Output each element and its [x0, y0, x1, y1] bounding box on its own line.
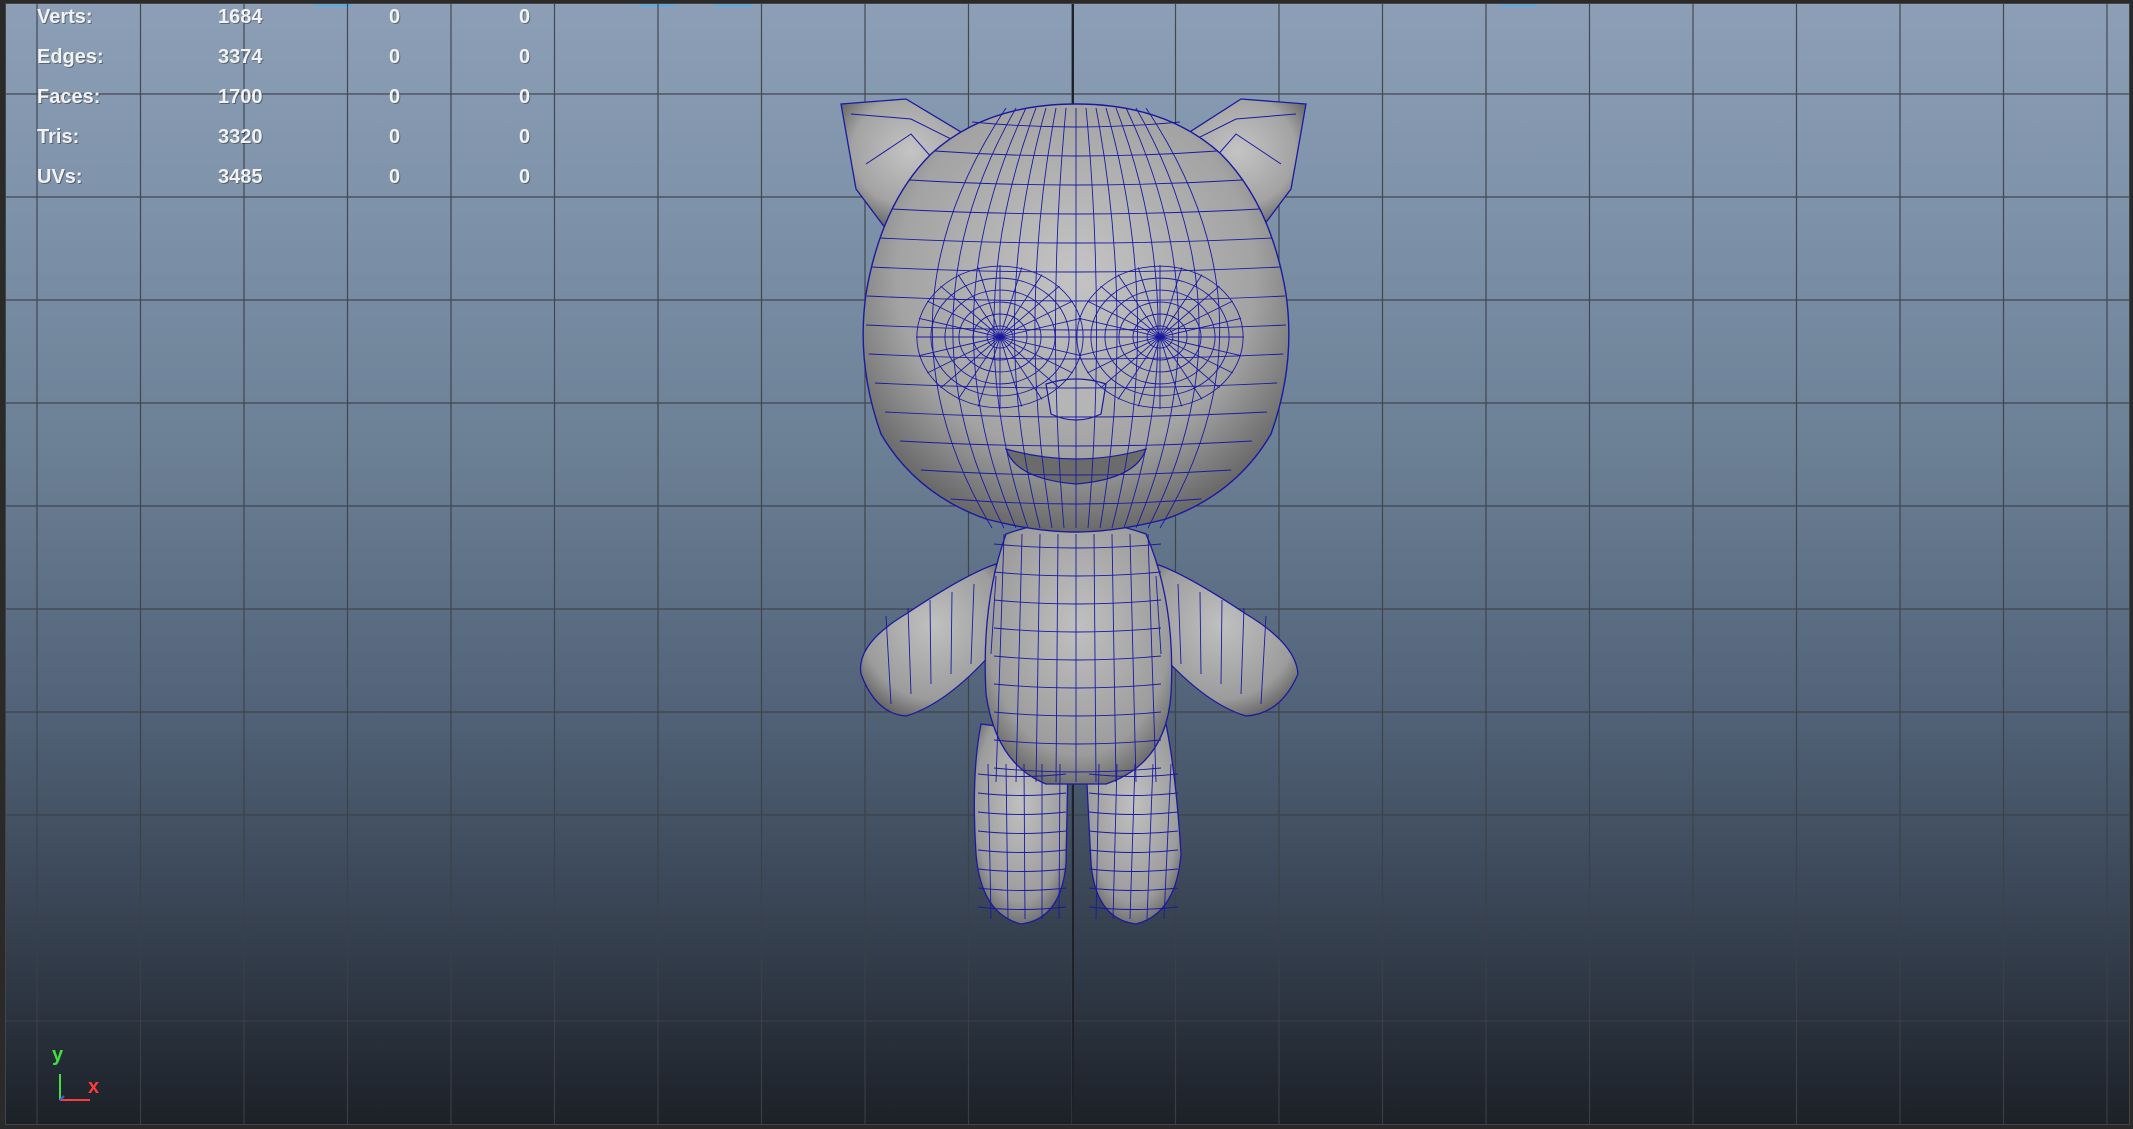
hud-label: Tris: [37, 126, 80, 148]
cat-left-arm [859, 563, 1007, 717]
hud-value: 0 [519, 46, 531, 68]
cat-right-eye [1076, 265, 1244, 409]
hud-value: 0 [389, 166, 401, 188]
hud-value: 0 [389, 46, 401, 68]
hud-value: 0 [389, 86, 401, 108]
hud-value: 3374 [218, 46, 263, 68]
axis-gizmo-icon: y x [50, 1044, 110, 1104]
hud-value: 0 [389, 6, 401, 28]
hud-value: 3485 [218, 166, 263, 188]
axis-x-label: x [88, 1076, 100, 1098]
hud-value: 0 [519, 6, 531, 28]
hud-value: 1684 [218, 6, 263, 28]
hud-value: 0 [389, 126, 401, 148]
3d-viewport[interactable]: Verts: 1684 0 0 Edges: 3374 0 0 Faces: 1… [5, 3, 2130, 1125]
hud-row-uvs: UVs: 3485 0 0 [6, 166, 566, 190]
hud-label: Faces: [37, 86, 101, 108]
hud-row-verts: Verts: 1684 0 0 [6, 6, 566, 30]
hud-label: UVs: [37, 166, 83, 188]
cat-left-eye [916, 265, 1084, 409]
cat-body [984, 520, 1173, 785]
hud-row-faces: Faces: 1700 0 0 [6, 86, 566, 110]
hud-row-edges: Edges: 3374 0 0 [6, 46, 566, 70]
hud-row-tris: Tris: 3320 0 0 [6, 126, 566, 150]
hud-value: 0 [519, 86, 531, 108]
hud-value: 3320 [218, 126, 263, 148]
hud-value: 0 [519, 166, 531, 188]
hud-label: Edges: [37, 46, 104, 68]
hud-value: 0 [519, 126, 531, 148]
hud-value: 1700 [218, 86, 263, 108]
hud-label: Verts: [37, 6, 93, 28]
axis-gizmo-lines [59, 1074, 90, 1101]
